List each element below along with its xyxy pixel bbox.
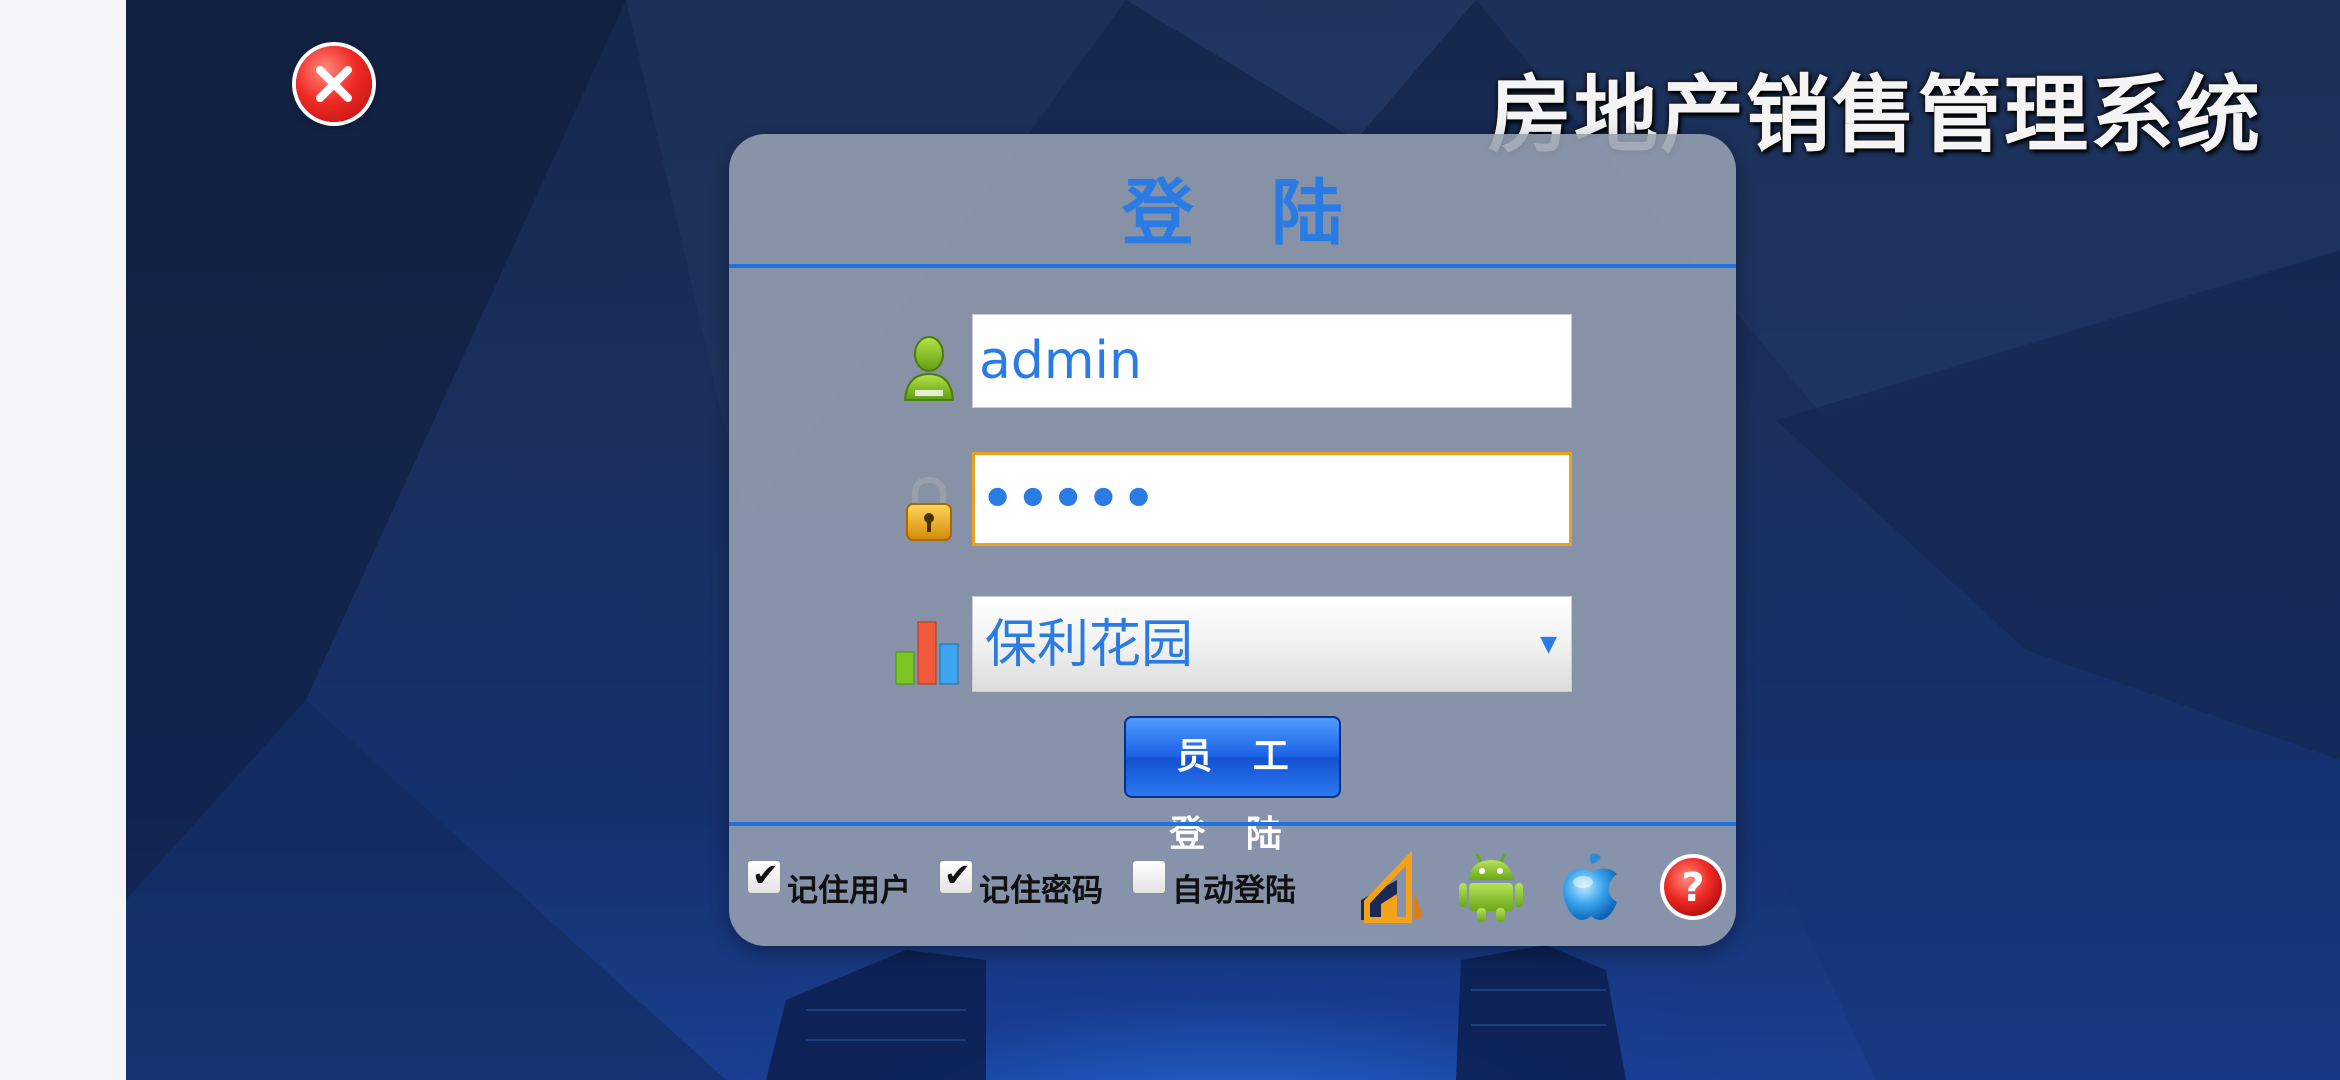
close-icon	[316, 66, 352, 102]
remember-password-label: 记住密码	[979, 872, 1103, 909]
apple-icon[interactable]	[1557, 850, 1625, 924]
project-select-value: 保利花园	[985, 615, 1194, 675]
help-icon[interactable]: ?	[1657, 850, 1729, 924]
staff-login-button[interactable]: 员 工 登 陆	[1124, 716, 1341, 855]
remember-password-checkbox[interactable]	[939, 856, 973, 894]
remember-user-option[interactable]: 记住用户	[747, 856, 911, 909]
remember-user-checkbox[interactable]	[747, 856, 781, 894]
left-side-strip	[0, 0, 126, 1080]
auto-login-option[interactable]: 自动登陆	[1132, 860, 1296, 909]
username-input[interactable]: admin	[972, 314, 1572, 408]
user-icon	[903, 336, 955, 401]
password-mask: •••••	[981, 469, 1158, 529]
auto-login-label: 自动登陆	[1172, 872, 1296, 909]
heading-divider	[729, 264, 1736, 268]
svg-text:?: ?	[1681, 865, 1704, 911]
remember-user-label: 记住用户	[787, 872, 911, 909]
bar-chart-icon	[895, 621, 959, 685]
close-button[interactable]	[296, 46, 372, 122]
login-heading: 登 陆	[1121, 171, 1370, 255]
chevron-down-icon: ▼	[1540, 632, 1557, 657]
lock-icon	[906, 476, 952, 541]
remember-password-option[interactable]: 记住密码	[939, 856, 1103, 909]
auto-login-checkbox[interactable]	[1132, 860, 1166, 894]
project-select[interactable]: 保利花园 ▼	[972, 596, 1572, 692]
footer-divider	[729, 822, 1736, 826]
login-panel: 登 陆 admin ••••• 保利花园 ▼ 员 工 登 陆 记住用户 记住密码	[729, 134, 1736, 946]
password-input[interactable]: •••••	[972, 452, 1572, 546]
android-icon[interactable]	[1459, 850, 1523, 924]
building-logo-icon[interactable]	[1357, 850, 1431, 924]
